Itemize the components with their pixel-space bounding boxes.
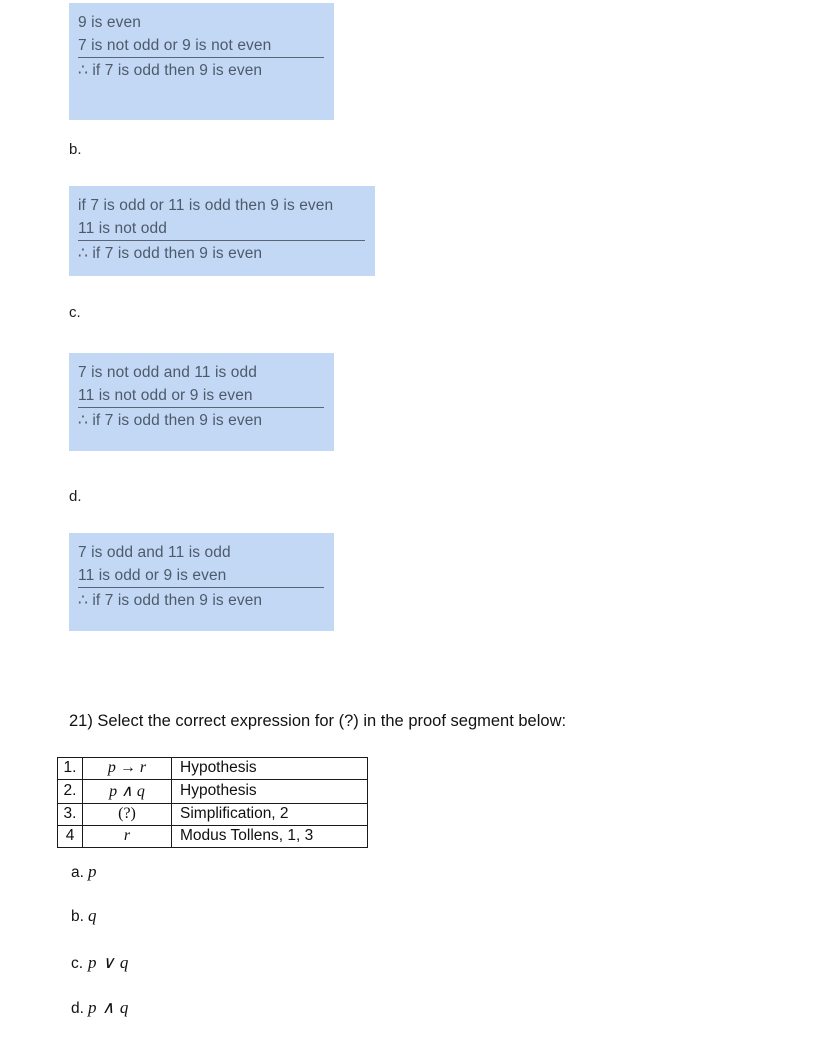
argument-box-d: 7 is odd and 11 is odd 11 is odd or 9 is…	[69, 533, 334, 631]
answer-choice-d[interactable]: d. p ∧ q	[71, 998, 129, 1018]
answer-letter: c.	[71, 955, 84, 972]
argument-label-b: b.	[69, 141, 82, 158]
proof-step-reason: Modus Tollens, 1, 3	[171, 825, 368, 848]
argument-label-c: c.	[69, 304, 81, 321]
answer-expression: q	[88, 906, 98, 925]
argument-label-d: d.	[69, 488, 82, 505]
answer-letter: a.	[71, 864, 84, 881]
argument-conclusion: ∴ if 7 is odd then 9 is even	[78, 62, 263, 79]
proof-step-reason: Hypothesis	[171, 757, 368, 780]
argument-premise-1: 7 is not odd and 11 is odd	[78, 364, 257, 381]
proof-segment-table: 1. p → r Hypothesis 2. p ∧ q Hypothesis …	[57, 757, 368, 848]
answer-expression: p	[88, 862, 98, 881]
argument-premise-1: 7 is odd and 11 is odd	[78, 544, 231, 561]
proof-step-number: 2.	[57, 779, 83, 804]
argument-box-b: if 7 is odd or 11 is odd then 9 is even …	[69, 186, 375, 276]
answer-expression: p ∧ q	[88, 998, 129, 1017]
argument-box-a: 9 is even 7 is not odd or 9 is not even …	[69, 3, 334, 120]
proof-step-expression: r	[82, 825, 172, 848]
argument-premise-2: 7 is not odd or 9 is not even	[78, 35, 324, 58]
question-21-prompt: 21) Select the correct expression for (?…	[69, 712, 567, 730]
proof-step-reason: Simplification, 2	[171, 803, 368, 826]
answer-choice-c[interactable]: c. p ∨ q	[71, 953, 129, 973]
proof-step-expression: p ∧ q	[82, 779, 172, 804]
table-row: 2. p ∧ q Hypothesis	[57, 779, 368, 804]
argument-premise-1: 9 is even	[78, 14, 141, 31]
argument-conclusion: ∴ if 7 is odd then 9 is even	[78, 245, 263, 262]
proof-step-reason: Hypothesis	[171, 779, 368, 804]
proof-step-number: 1.	[57, 757, 83, 780]
argument-premise-2: 11 is not odd or 9 is even	[78, 385, 324, 408]
answer-expression: p ∨ q	[88, 953, 129, 972]
argument-premise-2: 11 is odd or 9 is even	[78, 565, 324, 588]
proof-step-expression: p → r	[82, 757, 172, 780]
table-row: 4 r Modus Tollens, 1, 3	[57, 825, 368, 848]
proof-step-number: 3.	[57, 803, 83, 826]
answer-choice-a[interactable]: a. p	[71, 862, 97, 882]
argument-conclusion: ∴ if 7 is odd then 9 is even	[78, 592, 263, 609]
argument-premise-1: if 7 is odd or 11 is odd then 9 is even	[78, 197, 334, 214]
table-row: 1. p → r Hypothesis	[57, 757, 368, 780]
answer-choice-b[interactable]: b. q	[71, 906, 97, 926]
answer-letter: b.	[71, 908, 84, 925]
answer-letter: d.	[71, 1000, 84, 1017]
proof-step-number: 4	[57, 825, 83, 848]
argument-box-c: 7 is not odd and 11 is odd 11 is not odd…	[69, 353, 334, 451]
argument-conclusion: ∴ if 7 is odd then 9 is even	[78, 412, 263, 429]
proof-step-expression-unknown: (?)	[82, 803, 172, 826]
table-row: 3. (?) Simplification, 2	[57, 803, 368, 826]
argument-premise-2: 11 is not odd	[78, 218, 365, 241]
